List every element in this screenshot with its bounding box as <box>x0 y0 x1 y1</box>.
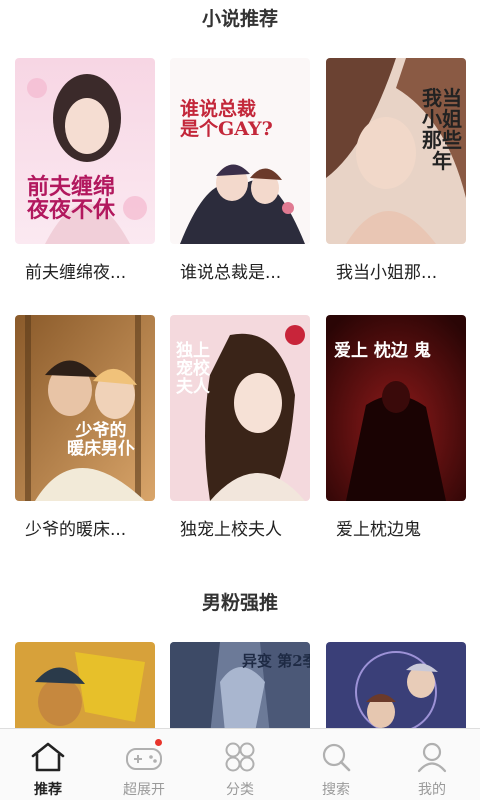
cover-title-art: 独上 宠校 夫人 <box>176 341 210 397</box>
cover-title-art: 前夫缠绵 夜夜不休 <box>27 174 116 224</box>
book-cover[interactable] <box>326 642 466 728</box>
book-card[interactable]: 我当 小姐 那些 年 我当小姐那... <box>326 58 466 283</box>
book-title: 少爷的暖床... <box>25 520 127 540</box>
book-card[interactable] <box>15 642 155 728</box>
bottom-tab-bar: 推荐 超展开 分类 搜索 我的 <box>0 728 480 800</box>
tab-mine[interactable]: 我的 <box>384 729 480 800</box>
book-card[interactable]: 前夫缠绵 夜夜不休 前夫缠绵夜... <box>15 58 155 283</box>
book-title: 前夫缠绵夜... <box>25 263 127 283</box>
book-cover[interactable]: 前夫缠绵 夜夜不休 <box>15 58 155 244</box>
gamepad-icon <box>124 739 164 775</box>
tab-search[interactable]: 搜索 <box>288 729 384 800</box>
search-icon <box>316 739 356 775</box>
book-cover[interactable]: 我当 小姐 那些 年 <box>326 58 466 244</box>
book-cover[interactable]: 独上 宠校 夫人 <box>170 315 310 501</box>
tab-expand[interactable]: 超展开 <box>96 729 192 800</box>
content-scroll[interactable]: 小说推荐 前夫缠绵 夜夜不休 前夫缠绵夜... 谁说总裁 是个GAY? 谁说总裁… <box>0 0 480 728</box>
cover-title-art: 异变 第2季 <box>242 652 310 670</box>
tab-category[interactable]: 分类 <box>192 729 288 800</box>
book-card[interactable]: 独上 宠校 夫人 独宠上校夫人 <box>170 315 310 540</box>
home-icon <box>28 739 68 775</box>
section-title-male-recommend: 男粉强推 <box>201 592 278 614</box>
book-card[interactable]: 异变 第2季 <box>170 642 310 728</box>
book-title: 爱上枕边鬼 <box>336 520 421 540</box>
tab-label: 推荐 <box>34 782 62 798</box>
book-cover[interactable]: 爱上 枕边 鬼 <box>326 315 466 501</box>
notification-badge <box>155 739 162 746</box>
category-icon <box>220 739 260 775</box>
book-title: 独宠上校夫人 <box>180 520 282 540</box>
tab-label: 分类 <box>226 782 254 798</box>
tab-recommend[interactable]: 推荐 <box>0 729 96 800</box>
cover-title-art: 谁说总裁 是个GAY? <box>180 98 273 140</box>
cover-title-art: 少爷的 暖床男仆 <box>67 421 135 459</box>
profile-icon <box>412 739 452 775</box>
section-title-novel-recommend: 小说推荐 <box>201 8 278 30</box>
book-card[interactable]: 爱上 枕边 鬼 爱上枕边鬼 <box>326 315 466 540</box>
tab-label: 搜索 <box>322 782 350 798</box>
book-card[interactable]: 谁说总裁 是个GAY? 谁说总裁是... <box>170 58 310 283</box>
book-cover[interactable]: 谁说总裁 是个GAY? <box>170 58 310 244</box>
book-card[interactable] <box>326 642 466 728</box>
book-cover[interactable]: 异变 第2季 <box>170 642 310 728</box>
book-title: 我当小姐那... <box>336 263 438 283</box>
book-cover[interactable] <box>15 642 155 728</box>
book-card[interactable]: 少爷的 暖床男仆 少爷的暖床... <box>15 315 155 540</box>
cover-title-art: 爱上 枕边 鬼 <box>334 341 431 361</box>
tab-label: 我的 <box>418 782 446 798</box>
book-title: 谁说总裁是... <box>180 263 282 283</box>
book-cover[interactable]: 少爷的 暖床男仆 <box>15 315 155 501</box>
tab-label: 超展开 <box>123 782 165 798</box>
cover-title-art: 我当 小姐 那些 年 <box>422 86 462 173</box>
